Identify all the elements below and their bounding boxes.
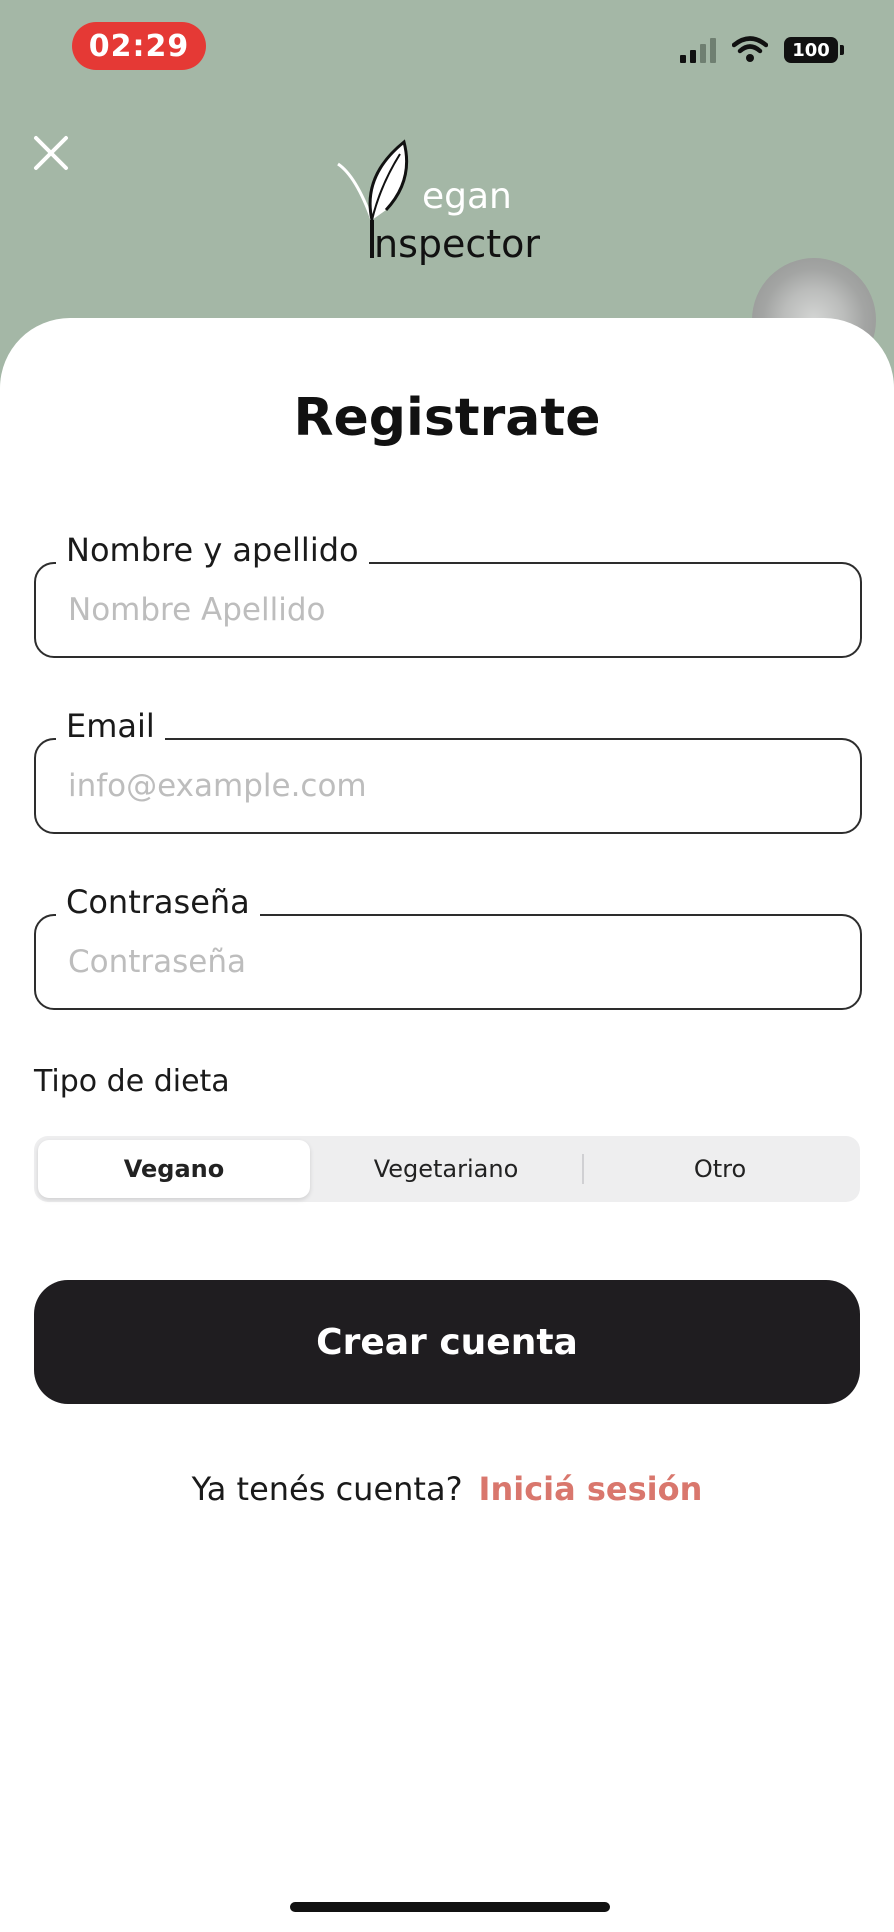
- create-account-button[interactable]: Crear cuenta: [34, 1280, 860, 1404]
- diet-type-label: Tipo de dieta: [34, 1064, 230, 1099]
- registration-card: Registrate Nombre y apellido Email Contr…: [0, 318, 894, 1932]
- home-indicator[interactable]: [290, 1902, 610, 1912]
- name-input[interactable]: [34, 562, 862, 658]
- vegan-inspector-logo: egan nspector: [334, 136, 574, 266]
- close-icon: [34, 136, 68, 170]
- page-title: Registrate: [293, 388, 601, 448]
- close-button[interactable]: [30, 132, 72, 174]
- login-row: Ya tenés cuenta? Iniciá sesión: [0, 1470, 894, 1508]
- diet-option-vegano[interactable]: Vegano: [38, 1140, 310, 1198]
- diet-option-otro[interactable]: Otro: [584, 1140, 856, 1198]
- status-time: 02:29: [72, 22, 206, 70]
- password-input[interactable]: [34, 914, 862, 1010]
- diet-option-vegetariano[interactable]: Vegetariano: [310, 1140, 582, 1198]
- logo-text-line1: egan: [422, 176, 512, 217]
- cellular-signal-icon: [680, 37, 716, 63]
- email-field: Email: [34, 706, 862, 834]
- email-input[interactable]: [34, 738, 862, 834]
- login-link[interactable]: Iniciá sesión: [479, 1470, 703, 1508]
- wifi-icon: [732, 36, 768, 62]
- name-field: Nombre y apellido: [34, 530, 862, 658]
- diet-type-segmented-control: Vegano Vegetariano Otro: [34, 1136, 860, 1202]
- battery-icon: 100: [784, 37, 844, 63]
- status-icons: 100: [680, 36, 844, 64]
- login-prompt: Ya tenés cuenta?: [191, 1470, 463, 1508]
- logo-text-line2: nspector: [374, 222, 541, 266]
- app-screen: 02:29 100 egan nspector Registrate Nombr…: [0, 0, 894, 1932]
- password-field: Contraseña: [34, 882, 862, 1010]
